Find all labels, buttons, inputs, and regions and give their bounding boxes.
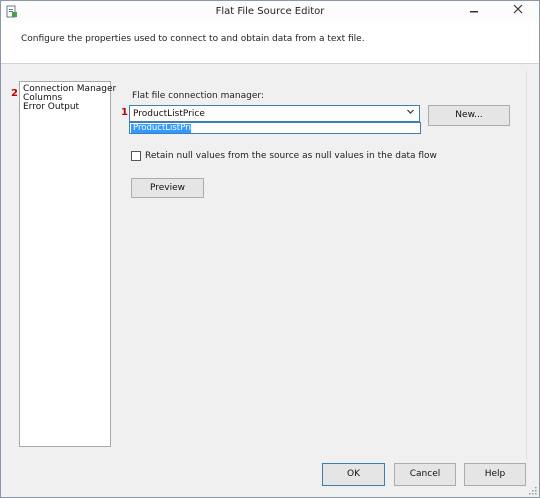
connection-manager-label: Flat file connection manager: (132, 91, 264, 101)
dialog-description: Configure the properties used to connect… (21, 34, 365, 44)
minimize-button[interactable] (463, 3, 485, 19)
close-button[interactable] (507, 3, 529, 19)
help-button[interactable]: Help (464, 463, 526, 486)
cancel-button[interactable]: Cancel (394, 463, 456, 486)
close-icon (513, 4, 523, 17)
retain-nulls-checkbox[interactable] (131, 151, 141, 161)
dropdown-option[interactable]: ProductListPrice (131, 124, 201, 133)
connection-manager-dropdown: ProductListPrice (129, 122, 421, 134)
preview-button[interactable]: Preview (131, 178, 204, 198)
nav-item-error-output[interactable]: Error Output (23, 102, 79, 112)
divider (526, 71, 527, 461)
resize-grip-icon[interactable] (528, 486, 537, 495)
title-bar: Flat File Source Editor (1, 1, 539, 23)
connection-manager-value: ProductListPrice (133, 109, 205, 119)
dialog-footer: OK Cancel Help (1, 459, 539, 497)
ok-button[interactable]: OK (322, 463, 385, 486)
window-title: Flat File Source Editor (215, 6, 325, 17)
dialog-window: Flat File Source Editor Configure the pr… (0, 0, 540, 498)
connection-manager-select[interactable]: ProductListPrice (129, 105, 420, 122)
retain-nulls-label[interactable]: Retain null values from the source as nu… (145, 151, 437, 161)
new-button[interactable]: New... (428, 105, 510, 126)
combo-marker: 1 (121, 107, 128, 118)
page-navigation-list: Connection Manager Columns Error Output (19, 81, 116, 447)
nav-marker: 2 (11, 88, 18, 99)
minimize-icon (469, 4, 479, 17)
chevron-down-icon[interactable] (406, 107, 415, 119)
dialog-header: Configure the properties used to connect… (1, 23, 539, 64)
